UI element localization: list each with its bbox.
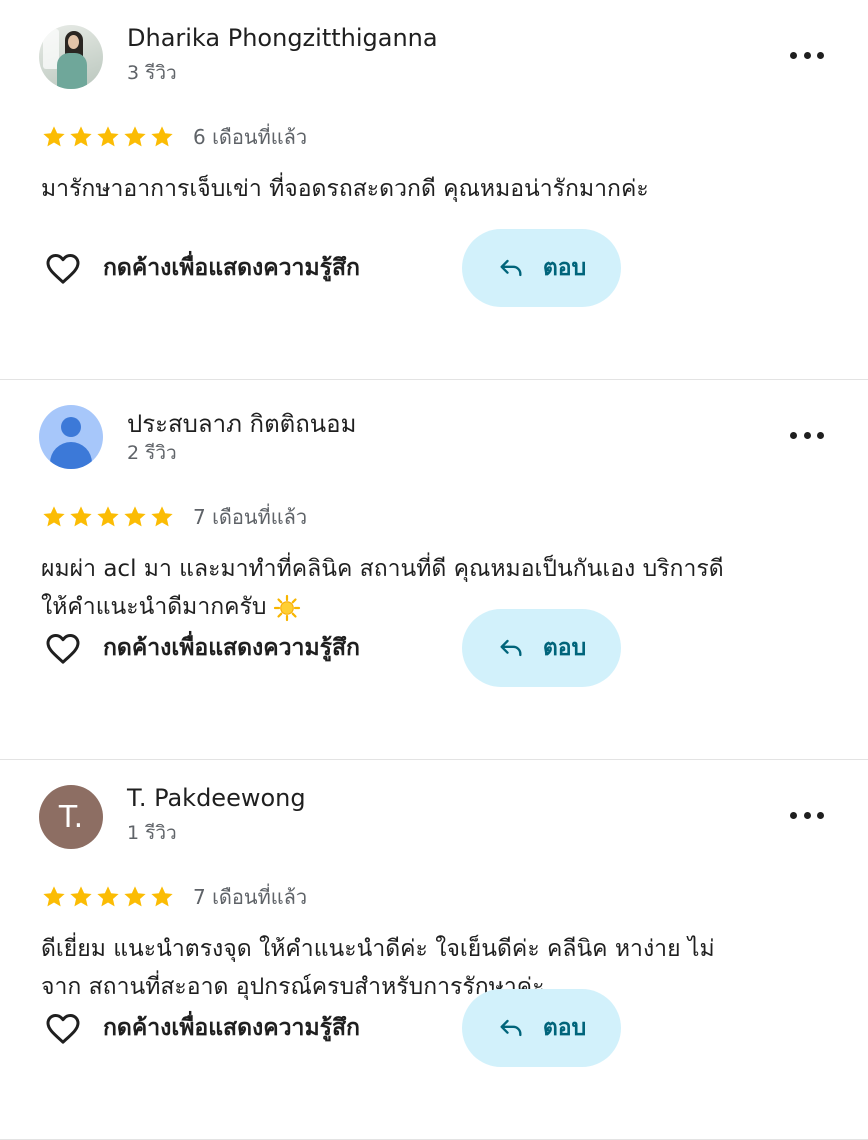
- heart-outline-icon: [46, 634, 80, 664]
- reply-button[interactable]: ตอบ: [462, 229, 621, 307]
- like-button[interactable]: กดค้างเพื่อแสดงความรู้สึก: [43, 248, 360, 288]
- star-rating: 6 เดือนที่แล้ว: [41, 121, 307, 153]
- review-text: ดีเยี่ยม แนะนำตรงจุด ให้คำแนะนำดีค่ะ ใจเ…: [41, 930, 841, 1006]
- review-text: มารักษาอาการเจ็บเข่า ที่จอดรถสะดวกดี คุณ…: [41, 170, 841, 208]
- review-count: 3 รีวิว: [127, 62, 177, 84]
- star-icon: [97, 506, 119, 527]
- reply-button[interactable]: ตอบ: [462, 609, 621, 687]
- star-icon: [43, 506, 65, 527]
- reply-arrow-icon: [500, 1019, 522, 1037]
- star-icon: [124, 126, 146, 147]
- star-rating: 7 เดือนที่แล้ว: [41, 881, 307, 913]
- reply-button[interactable]: ตอบ: [462, 989, 621, 1067]
- star-rating: 7 เดือนที่แล้ว: [41, 501, 307, 533]
- star-icon: [151, 126, 173, 147]
- heart-outline-icon: [46, 1014, 80, 1044]
- avatar[interactable]: T.: [39, 785, 103, 849]
- review-text-line: มารักษาอาการเจ็บเข่า ที่จอดรถสะดวกดี คุณ…: [41, 176, 649, 202]
- review-text: ผมผ่า acl มา และมาทำที่คลินิค สถานที่ดี …: [41, 550, 841, 626]
- review-card: ประสบลาภ กิตติถนอม 2 รีวิว 7 เดือนที่แล้…: [0, 380, 868, 760]
- star-icon: [151, 506, 173, 527]
- review-count: 2 รีวิว: [127, 442, 177, 464]
- star-icon: [151, 886, 173, 907]
- avatar[interactable]: [39, 25, 103, 89]
- avatar-letter: T.: [58, 799, 84, 835]
- star-icon: [124, 886, 146, 907]
- review-count: 1 รีวิว: [127, 822, 177, 844]
- like-label: กดค้างเพื่อแสดงความรู้สึก: [103, 255, 360, 281]
- review-card: T. T. Pakdeewong 1 รีวิว 7 เดือนที่แล้ว …: [0, 760, 868, 1140]
- heart-outline-icon: [46, 254, 80, 284]
- like-button[interactable]: กดค้างเพื่อแสดงความรู้สึก: [43, 628, 360, 668]
- star-icon: [70, 886, 92, 907]
- sun-emoji-icon: [273, 594, 300, 621]
- review-text-line: ผมผ่า acl มา และมาทำที่คลินิค สถานที่ดี …: [41, 556, 724, 582]
- star-icon: [70, 506, 92, 527]
- more-options-icon[interactable]: [790, 805, 824, 825]
- more-options-icon[interactable]: [790, 45, 824, 65]
- reply-arrow-icon: [500, 259, 522, 277]
- like-button[interactable]: กดค้างเพื่อแสดงความรู้สึก: [43, 1008, 360, 1048]
- review-date: 7 เดือนที่แล้ว: [193, 885, 308, 909]
- reply-arrow-icon: [500, 639, 522, 657]
- review-text-line: จาก สถานที่สะอาด อุปกรณ์ครบสำหรับการรักษ…: [41, 974, 545, 1000]
- avatar[interactable]: [39, 405, 103, 469]
- review-card: Dharika Phongzitthiganna 3 รีวิว 6 เดือน…: [0, 0, 868, 380]
- star-icon: [97, 126, 119, 147]
- reply-label: ตอบ: [542, 1015, 587, 1041]
- reply-label: ตอบ: [542, 635, 587, 661]
- review-date: 6 เดือนที่แล้ว: [193, 125, 308, 149]
- star-icon: [43, 126, 65, 147]
- star-icon: [97, 886, 119, 907]
- like-label: กดค้างเพื่อแสดงความรู้สึก: [103, 635, 360, 661]
- reviewer-name[interactable]: T. Pakdeewong: [127, 784, 306, 812]
- review-text-line: ให้คำแนะนำดีมากครับ: [41, 594, 267, 620]
- reviewer-name[interactable]: Dharika Phongzitthiganna: [127, 24, 438, 52]
- review-text-line: ดีเยี่ยม แนะนำตรงจุด ให้คำแนะนำดีค่ะ ใจเ…: [41, 936, 715, 962]
- stars: [41, 124, 175, 150]
- like-label: กดค้างเพื่อแสดงความรู้สึก: [103, 1015, 360, 1041]
- star-icon: [70, 126, 92, 147]
- stars: [41, 504, 175, 530]
- star-icon: [43, 886, 65, 907]
- star-icon: [124, 506, 146, 527]
- review-date: 7 เดือนที่แล้ว: [193, 505, 308, 529]
- reply-label: ตอบ: [542, 255, 587, 281]
- stars: [41, 884, 175, 910]
- more-options-icon[interactable]: [790, 425, 824, 445]
